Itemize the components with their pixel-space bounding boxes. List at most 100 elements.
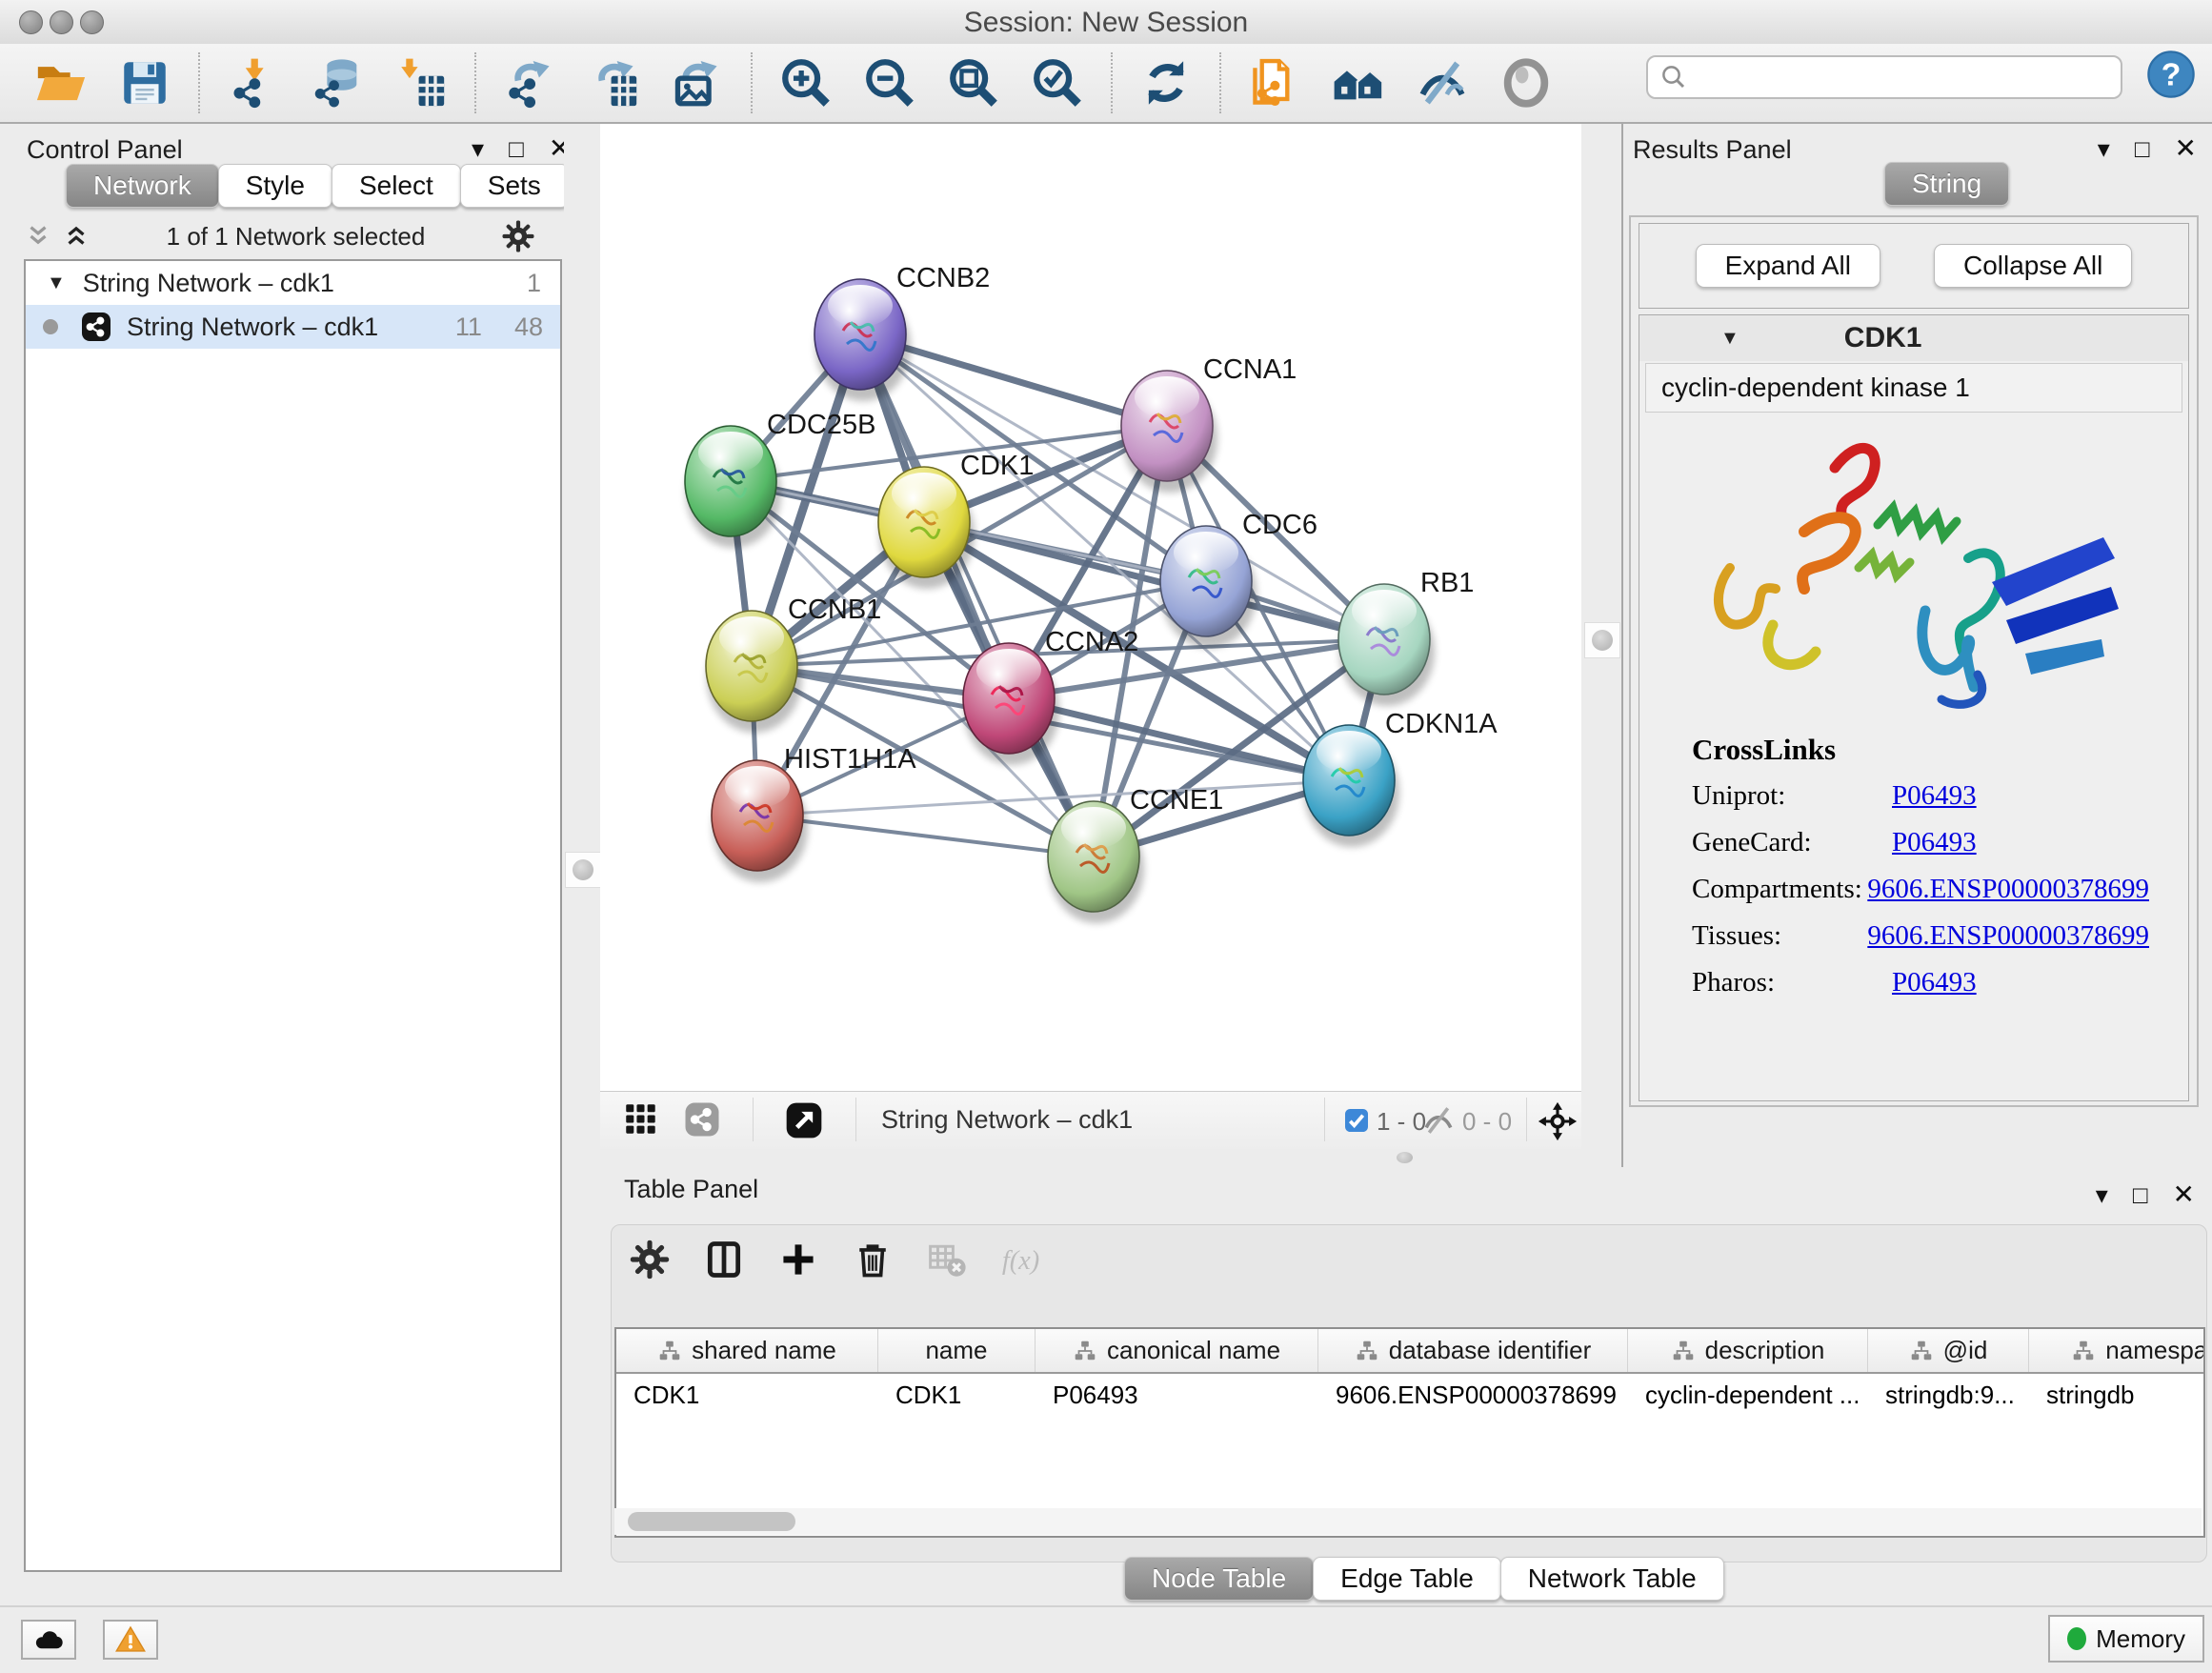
- network-edge[interactable]: [757, 816, 1094, 857]
- collapse-all-button[interactable]: Collapse All: [1934, 244, 2132, 288]
- warnings-button[interactable]: [103, 1620, 158, 1660]
- network-birdseye-button[interactable]: [682, 1099, 722, 1139]
- show-columns-button[interactable]: [703, 1239, 745, 1280]
- viewbar-separator: [1324, 1098, 1325, 1141]
- crosslink-link[interactable]: 9606.ENSP00000378699: [1867, 920, 2149, 952]
- zoom-selected-button[interactable]: [1016, 47, 1099, 119]
- table-cell[interactable]: CDK1: [878, 1381, 1036, 1410]
- column-header-shared-name[interactable]: shared name: [616, 1329, 878, 1372]
- network-node-CDKN1A[interactable]: CDKN1A: [1303, 709, 1498, 847]
- scrollbar-thumb[interactable]: [628, 1512, 795, 1531]
- table-cell[interactable]: stringdb: [2029, 1381, 2205, 1410]
- network-node-CCNB1[interactable]: CCNB1: [706, 595, 881, 733]
- expand-all-networks-icon[interactable]: [62, 222, 90, 251]
- network-node-RB1[interactable]: RB1: [1338, 568, 1474, 706]
- network-node-CCNE1[interactable]: CCNE1: [1048, 785, 1223, 923]
- tab-sets[interactable]: Sets: [460, 164, 569, 208]
- gene-card-header[interactable]: ▼ CDK1: [1639, 315, 2188, 361]
- tree-expander-icon[interactable]: ▼: [47, 272, 66, 294]
- hide-graphics-button[interactable]: [1400, 47, 1484, 119]
- float-panel-icon[interactable]: □: [2133, 1182, 2148, 1207]
- string-document-button[interactable]: [1233, 47, 1317, 119]
- string-tab-label[interactable]: String: [1884, 162, 2009, 206]
- export-network-button[interactable]: [488, 47, 572, 119]
- delete-columns-button[interactable]: [852, 1239, 894, 1280]
- column-header-namespace[interactable]: namespace: [2029, 1329, 2205, 1372]
- tab-node-table[interactable]: Node Table: [1124, 1557, 1314, 1601]
- show-graphics-button[interactable]: [1484, 47, 1568, 119]
- network-row-selected[interactable]: String Network – cdk1 11 48: [26, 305, 560, 349]
- float-panel-icon[interactable]: □: [2135, 136, 2150, 161]
- network-node-CCNB2[interactable]: CCNB2: [814, 263, 990, 401]
- column-header-description[interactable]: description: [1628, 1329, 1868, 1372]
- save-session-button[interactable]: [103, 47, 187, 119]
- crosslink-link[interactable]: P06493: [1892, 827, 1977, 858]
- show-grid-button[interactable]: [621, 1099, 661, 1139]
- table-horizontal-scrollbar[interactable]: [614, 1508, 2202, 1535]
- export-image-button[interactable]: [655, 47, 739, 119]
- column-header--id[interactable]: @id: [1868, 1329, 2029, 1372]
- hidden-indicator-button[interactable]: [1421, 1103, 1456, 1138]
- table-cell[interactable]: P06493: [1036, 1381, 1318, 1410]
- search-input[interactable]: [1696, 58, 2121, 96]
- open-session-button[interactable]: [19, 47, 103, 119]
- tab-select[interactable]: Select: [332, 164, 461, 208]
- close-panel-icon[interactable]: ✕: [2173, 1181, 2195, 1208]
- column-header-canonical-name[interactable]: canonical name: [1036, 1329, 1318, 1372]
- create-column-button[interactable]: [777, 1239, 819, 1280]
- export-table-button[interactable]: [572, 47, 655, 119]
- cloud-status-button[interactable]: [21, 1620, 76, 1660]
- zoom-fit-button[interactable]: [932, 47, 1016, 119]
- tab-network[interactable]: Network: [66, 164, 219, 208]
- import-network-file-button[interactable]: [211, 47, 295, 119]
- gene-expander-icon[interactable]: ▼: [1720, 328, 1739, 350]
- network-options-gear-icon[interactable]: [501, 219, 535, 253]
- network-canvas[interactable]: CCNB2 CCNA1 CDC25B CDK1 CDC6: [600, 124, 1581, 1091]
- network-node-CDC6[interactable]: CDC6: [1160, 510, 1317, 648]
- network-collection-row[interactable]: ▼ String Network – cdk1 1: [26, 261, 560, 305]
- crosslink-link[interactable]: 9606.ENSP00000378699: [1867, 874, 2149, 905]
- horizontal-splitter-handle[interactable]: [1397, 1152, 1413, 1163]
- import-network-database-button[interactable]: [295, 47, 379, 119]
- network-node-CDC25B[interactable]: CDC25B: [685, 410, 875, 548]
- tab-network-table[interactable]: Network Table: [1500, 1557, 1724, 1601]
- zoom-in-button[interactable]: [764, 47, 848, 119]
- network-graph[interactable]: CCNB2 CCNA1 CDC25B CDK1 CDC6: [600, 124, 1581, 1091]
- network-collection-label: String Network – cdk1: [83, 269, 527, 298]
- left-splitter-handle[interactable]: [565, 852, 601, 888]
- right-splitter-handle[interactable]: [1584, 622, 1620, 658]
- network-node-CDK1[interactable]: CDK1: [878, 451, 1034, 589]
- import-table-file-button[interactable]: [379, 47, 463, 119]
- zoom-out-button[interactable]: [848, 47, 932, 119]
- network-node-CCNA1[interactable]: CCNA1: [1121, 354, 1297, 493]
- expand-all-button[interactable]: Expand All: [1696, 244, 1880, 288]
- column-header-database-identifier[interactable]: database identifier: [1318, 1329, 1628, 1372]
- table-row[interactable]: CDK1CDK1P064939606.ENSP00000378699cyclin…: [616, 1374, 2203, 1417]
- column-header-name[interactable]: name: [878, 1329, 1036, 1372]
- collapse-panel-icon[interactable]: ▾: [472, 136, 484, 161]
- fit-content-move-button[interactable]: [1536, 1099, 1579, 1143]
- float-panel-icon[interactable]: □: [509, 136, 524, 161]
- detach-view-button[interactable]: [783, 1099, 825, 1141]
- collapse-panel-icon[interactable]: ▾: [2096, 1182, 2108, 1207]
- network-edge[interactable]: [860, 334, 1094, 857]
- selected-indicator-checkbox[interactable]: [1341, 1105, 1372, 1136]
- memory-button[interactable]: Memory: [2048, 1615, 2204, 1663]
- table-options-button[interactable]: [629, 1239, 671, 1280]
- help-button[interactable]: ?: [2145, 48, 2199, 101]
- table-cell[interactable]: stringdb:9...: [1868, 1381, 2029, 1410]
- close-panel-icon[interactable]: ✕: [2175, 135, 2197, 162]
- collapse-all-networks-icon[interactable]: [24, 222, 52, 251]
- collapse-panel-icon[interactable]: ▾: [2098, 136, 2110, 161]
- network-overview-button[interactable]: [1317, 47, 1400, 119]
- tab-style[interactable]: Style: [218, 164, 332, 208]
- results-panel-tab-string[interactable]: String: [1885, 162, 2009, 206]
- refresh-view-button[interactable]: [1124, 47, 1208, 119]
- crosslink-link[interactable]: P06493: [1892, 780, 1977, 812]
- share-black-icon: [79, 310, 113, 344]
- tab-edge-table[interactable]: Edge Table: [1313, 1557, 1501, 1601]
- table-cell[interactable]: cyclin-dependent ...: [1628, 1381, 1868, 1410]
- crosslink-link[interactable]: P06493: [1892, 967, 1977, 998]
- table-cell[interactable]: CDK1: [616, 1381, 878, 1410]
- table-cell[interactable]: 9606.ENSP00000378699: [1318, 1381, 1628, 1410]
